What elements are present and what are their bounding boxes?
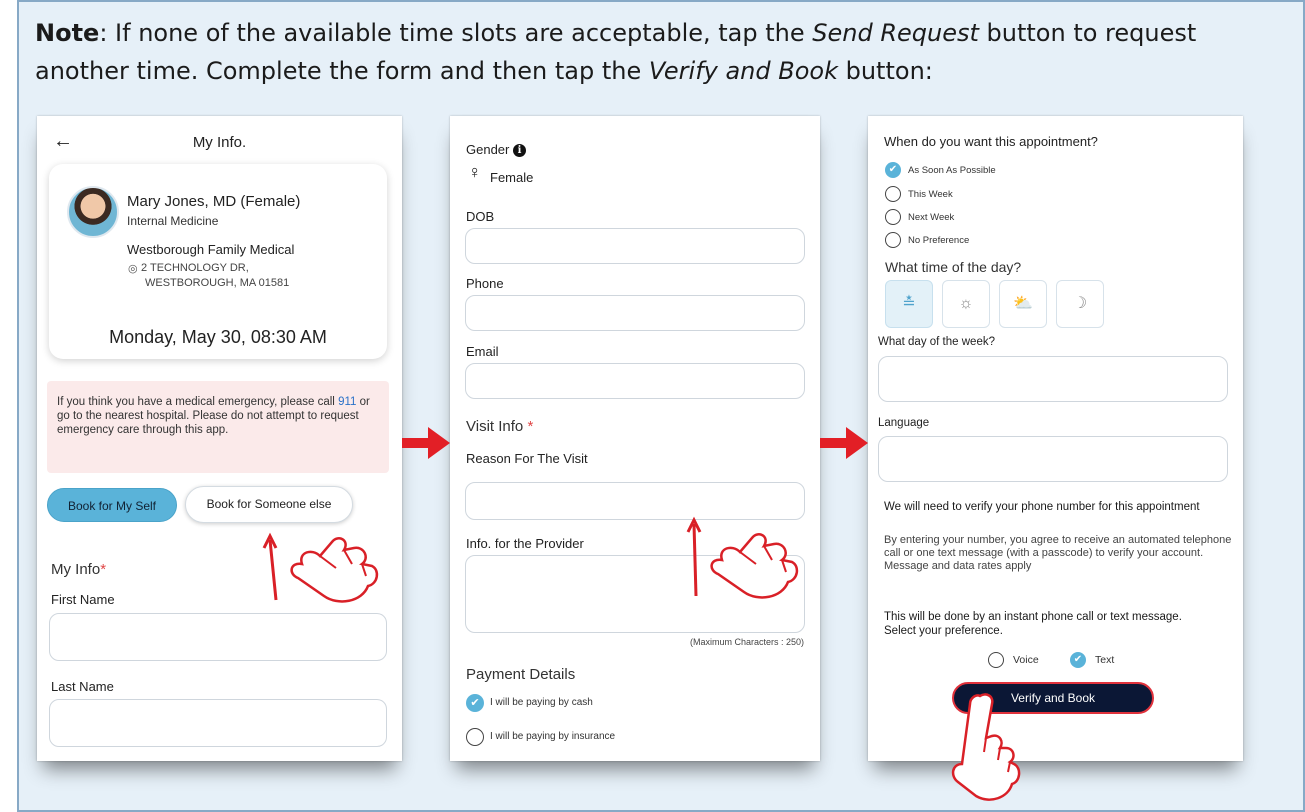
when-option-label: As Soon As Possible <box>908 165 996 176</box>
note-text: Note: If none of the available time slot… <box>35 14 1265 90</box>
doctor-avatar <box>67 186 119 238</box>
my-info-section-title: My Info* <box>51 561 106 578</box>
last-name-label: Last Name <box>51 679 114 694</box>
afternoon-cloud-sun-icon[interactable]: ⛅ <box>999 280 1047 328</box>
morning-sun-icon[interactable]: ☼ <box>942 280 990 328</box>
pointing-hand-icon <box>686 516 799 599</box>
text-radio[interactable]: ✔ <box>1070 652 1086 668</box>
screen-request-appointment: When do you want this appointment? ✔ As … <box>868 116 1243 761</box>
gender-label: Gender i <box>466 142 526 157</box>
time-of-day-question: What time of the day? <box>885 259 1022 275</box>
visit-info-title-text: Visit Info <box>466 418 524 435</box>
clinic-name: Westborough Family Medical <box>127 242 295 257</box>
evening-moon-icon[interactable]: ☽ <box>1056 280 1104 328</box>
page-title: My Info. <box>192 134 247 151</box>
note-verify-and-book: Verify and Book <box>648 57 838 85</box>
female-gender-icon: ♀ <box>468 162 482 182</box>
pay-cash-checkbox[interactable]: ✔ <box>466 694 484 712</box>
verify-phone-title: We will need to verify your phone number… <box>884 501 1200 513</box>
all-day-icon[interactable]: ≛ <box>885 280 933 328</box>
pointing-hand-icon <box>262 532 379 603</box>
voice-label: Voice <box>1013 654 1039 666</box>
doctor-name: Mary Jones, MD (Female) <box>127 193 301 210</box>
section-title-text: My Info <box>51 561 101 578</box>
first-name-input[interactable] <box>49 613 387 661</box>
email-label: Email <box>466 344 499 359</box>
pay-insurance-label: I will be paying by insurance <box>490 731 616 742</box>
provider-info-label: Info. for the Provider <box>466 536 584 551</box>
screen-my-info: ← My Info. Mary Jones, MD (Female) Inter… <box>37 116 402 761</box>
appointment-datetime: Monday, May 30, 08:30 AM <box>109 327 327 347</box>
note-label: Note <box>35 19 100 47</box>
language-label: Language <box>878 417 930 429</box>
this-week-radio[interactable] <box>885 186 901 202</box>
next-week-radio[interactable] <box>885 209 901 225</box>
verify-phone-description: By entering your number, you agree to re… <box>884 534 1232 572</box>
no-preference-radio[interactable] <box>885 232 901 248</box>
pay-cash-label: I will be paying by cash <box>490 697 593 708</box>
max-characters-hint: (Maximum Characters : 250) <box>689 637 804 647</box>
emergency-notice: If you think you have a medical emergenc… <box>47 381 389 473</box>
reason-label: Reason For The Visit <box>466 451 588 466</box>
voice-radio[interactable] <box>988 652 1004 668</box>
language-input[interactable] <box>878 436 1228 482</box>
payment-details-title: Payment Details <box>466 666 576 683</box>
pointing-hand-icon <box>951 693 1021 801</box>
last-name-input[interactable] <box>49 699 387 747</box>
dob-label: DOB <box>466 209 495 224</box>
info-icon[interactable]: i <box>513 144 526 157</box>
when-question: When do you want this appointment? <box>884 134 1098 149</box>
doctor-specialty: Internal Medicine <box>127 214 219 228</box>
location-pin-icon: ◎ <box>128 263 138 275</box>
address-line-1: 2 TECHNOLOGY DR, <box>141 262 249 274</box>
note-text-part: button: <box>837 57 933 85</box>
day-of-week-input[interactable] <box>878 356 1228 402</box>
when-option-label: Next Week <box>908 212 955 223</box>
when-option-label: No Preference <box>908 235 970 246</box>
right-arrow-icon <box>820 427 868 459</box>
text-label: Text <box>1095 654 1115 666</box>
right-arrow-icon <box>402 427 450 459</box>
dob-input[interactable] <box>465 228 805 264</box>
first-name-label: First Name <box>51 592 115 607</box>
phone-input[interactable] <box>465 295 805 331</box>
emergency-number-link[interactable]: 911 <box>338 396 356 408</box>
when-option-label: This Week <box>908 189 953 200</box>
book-for-myself-button[interactable]: Book for My Self <box>47 488 177 522</box>
gender-label-text: Gender <box>466 142 510 157</box>
asap-radio[interactable]: ✔ <box>885 162 901 178</box>
emergency-text: If you think you have a medical emergenc… <box>57 396 339 408</box>
phone-label: Phone <box>466 276 504 291</box>
verification-method-text: This will be done by an instant phone ca… <box>884 611 1182 637</box>
address-line-2: WESTBOROUGH, MA 01581 <box>145 277 290 289</box>
note-text-part: : If none of the available time slots ar… <box>99 19 813 47</box>
visit-info-title: Visit Info * <box>466 418 533 435</box>
screen-visit-details: Gender i ♀ Female DOB Phone Email Visit … <box>450 116 820 761</box>
pay-insurance-checkbox[interactable] <box>466 728 484 746</box>
gender-value: Female <box>490 170 534 185</box>
day-of-week-label: What day of the week? <box>878 336 995 348</box>
email-input[interactable] <box>465 363 805 399</box>
note-send-request: Send Request <box>812 19 979 47</box>
book-for-someone-else-button[interactable]: Book for Someone else <box>185 486 353 523</box>
required-mark: * <box>100 561 107 578</box>
required-mark: * <box>527 418 534 435</box>
